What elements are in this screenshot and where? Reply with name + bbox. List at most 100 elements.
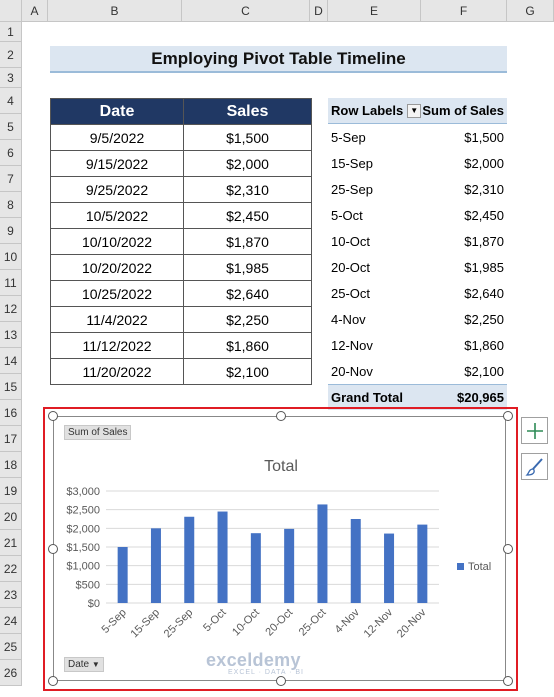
date-cell[interactable]: 10/20/2022 [50,254,184,281]
sales-cell[interactable]: $2,100 [183,358,312,385]
sales-cell[interactable]: $2,450 [183,202,312,229]
pivot-row[interactable]: 10-Oct $1,870 [328,228,507,254]
row-header[interactable]: 26 [0,660,22,686]
row-header[interactable]: 8 [0,192,22,218]
pivot-row-label: 4-Nov [331,311,366,327]
pivot-row-label: 12-Nov [331,337,373,353]
pivot-row[interactable]: 5-Sep $1,500 [328,124,507,150]
date-cell[interactable]: 10/25/2022 [50,280,184,307]
pivot-row-label: 25-Sep [331,181,373,197]
row-header[interactable]: 4 [0,88,22,114]
column-header[interactable]: A [22,0,48,22]
resize-handle-r[interactable] [503,544,513,554]
date-cell[interactable]: 10/10/2022 [50,228,184,255]
column-header[interactable]: F [421,0,507,22]
select-all-corner[interactable] [0,0,22,22]
date-cell[interactable]: 9/5/2022 [50,124,184,151]
column-header[interactable]: B [48,0,182,22]
row-header[interactable]: 12 [0,296,22,322]
bar [217,511,228,603]
row-header[interactable]: 7 [0,166,22,192]
pivot-row-label: 5-Sep [331,129,366,145]
date-cell[interactable]: 9/15/2022 [50,150,184,177]
row-header[interactable]: 19 [0,478,22,504]
row-header[interactable]: 5 [0,114,22,140]
row-header[interactable]: 24 [0,608,22,634]
resize-handle-bl[interactable] [48,676,58,686]
sales-cell[interactable]: $1,985 [183,254,312,281]
pivot-row[interactable]: 20-Nov $2,100 [328,358,507,384]
table-row: 11/20/2022 $2,100 [50,358,312,385]
x-tick-label: 25-Sep [162,607,196,641]
sales-cell[interactable]: $1,860 [183,332,312,359]
resize-handle-t[interactable] [276,411,286,421]
column-header[interactable]: E [328,0,421,22]
row-header[interactable]: 3 [0,68,22,88]
row-header[interactable]: 1 [0,22,22,42]
chart-elements-button[interactable] [521,417,548,444]
date-cell[interactable]: 9/25/2022 [50,176,184,203]
sales-cell[interactable]: $2,000 [183,150,312,177]
date-cell[interactable]: 11/12/2022 [50,332,184,359]
row-header[interactable]: 25 [0,634,22,660]
resize-handle-b[interactable] [276,676,286,686]
row-header[interactable]: 18 [0,452,22,478]
bar [117,547,128,603]
pivot-row-label: 20-Nov [331,363,373,379]
row-header[interactable]: 21 [0,530,22,556]
row-header[interactable]: 23 [0,582,22,608]
sales-cell[interactable]: $2,250 [183,306,312,333]
row-header[interactable]: 6 [0,140,22,166]
pivot-row[interactable]: 25-Sep $2,310 [328,176,507,202]
pivot-chart[interactable]: Sum of Sales Date ▼ Total $0 $500 $1,000 $1,… [53,416,506,681]
resize-handle-tr[interactable] [503,411,513,421]
pivot-row[interactable]: 20-Oct $1,985 [328,254,507,280]
row-header[interactable]: 15 [0,374,22,400]
date-header[interactable]: Date [50,98,184,125]
x-tick-label: 15-Sep [128,607,162,641]
x-tick-label: 25-Oct [297,607,329,639]
table-row: 9/25/2022 $2,310 [50,176,312,203]
column-header[interactable]: C [182,0,310,22]
y-tick-label: $2,500 [66,505,100,517]
x-tick-label: 5-Sep [100,607,129,636]
row-header[interactable]: 9 [0,218,22,244]
date-cell[interactable]: 11/20/2022 [50,358,184,385]
row-header[interactable]: 13 [0,322,22,348]
filter-dropdown-icon[interactable]: ▼ [407,104,422,119]
resize-handle-tl[interactable] [48,411,58,421]
bar [184,516,195,603]
source-table: Date Sales 9/5/2022 $1,500 9/15/2022 $2,000… [50,98,312,385]
bar [150,528,161,603]
pivot-row[interactable]: 25-Oct $2,640 [328,280,507,306]
resize-handle-l[interactable] [48,544,58,554]
row-header[interactable]: 2 [0,42,22,68]
x-tick-label: 20-Oct [263,607,295,639]
row-header[interactable]: 11 [0,270,22,296]
sales-header[interactable]: Sales [183,98,312,125]
row-header[interactable]: 22 [0,556,22,582]
pivot-row[interactable]: 12-Nov $1,860 [328,332,507,358]
sales-cell[interactable]: $1,870 [183,228,312,255]
row-header[interactable]: 17 [0,426,22,452]
chart-styles-button[interactable] [521,453,548,480]
date-cell[interactable]: 10/5/2022 [50,202,184,229]
legend-label: Total [468,561,491,573]
pivot-row[interactable]: 4-Nov $2,250 [328,306,507,332]
column-header[interactable]: D [310,0,328,22]
row-header[interactable]: 10 [0,244,22,270]
row-header[interactable]: 20 [0,504,22,530]
pivot-header-row: Row Labels ▼ Sum of Sales [328,98,507,124]
resize-handle-br[interactable] [503,676,513,686]
pivot-row[interactable]: 15-Sep $2,000 [328,150,507,176]
pivot-row-value: $1,500 [464,129,504,145]
column-header[interactable]: G [507,0,554,22]
row-header[interactable]: 16 [0,400,22,426]
pivot-row[interactable]: 5-Oct $2,450 [328,202,507,228]
row-header[interactable]: 14 [0,348,22,374]
sales-cell[interactable]: $2,310 [183,176,312,203]
sales-cell[interactable]: $2,640 [183,280,312,307]
sales-cell[interactable]: $1,500 [183,124,312,151]
date-cell[interactable]: 11/4/2022 [50,306,184,333]
watermark-tagline: EXCEL · DATA · BI [228,669,304,676]
